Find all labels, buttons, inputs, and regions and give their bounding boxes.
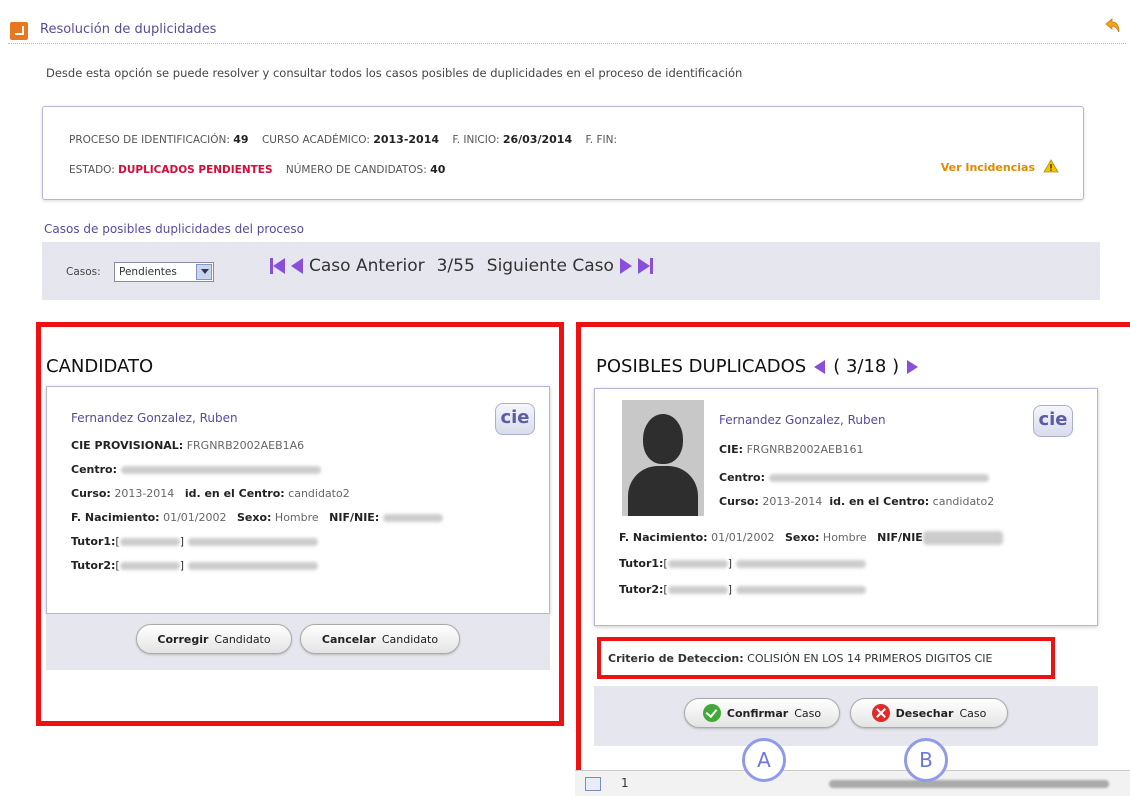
case-counter: 3/55 [436, 256, 475, 276]
casos-selected-value: Pendientes [119, 266, 177, 278]
page-title: Resolución de duplicidades [40, 22, 217, 37]
cancelar-candidato-button[interactable]: Cancelar Candidato [300, 624, 460, 654]
next-arrow-icon[interactable] [619, 258, 632, 274]
candidato-card: Fernandez Gonzalez, Ruben cie CIE PROVIS… [46, 386, 550, 614]
check-icon [702, 704, 721, 722]
duplicado-nacimiento: F. Nacimiento: 01/01/2002 Sexo: Hombre N… [619, 531, 1003, 545]
duplicado-curso: Curso: 2013-2014 id. en el Centro: candi… [719, 495, 995, 508]
strip-number: 1 [621, 776, 629, 790]
next-case-link[interactable]: Siguiente Caso [487, 256, 614, 276]
duplicado-tutor1: Tutor1:[] [619, 557, 866, 570]
candidato-title: CANDIDATO [46, 356, 154, 377]
inicio-value: 26/03/2014 [502, 133, 573, 146]
page-description: Desde esta opción se puede resolver y co… [46, 66, 743, 80]
candidato-tutor1: Tutor1:[] [71, 535, 318, 548]
proceso-value: 49 [233, 133, 249, 146]
first-case-icon[interactable] [270, 258, 285, 274]
estado-label: ESTADO: [69, 164, 115, 176]
warning-icon [1043, 159, 1059, 173]
duplicado-actions-bar [594, 686, 1098, 746]
prev-duplicate-icon[interactable] [814, 359, 826, 374]
casos-select[interactable]: Pendientes [114, 262, 214, 282]
process-info-box: PROCESO DE IDENTIFICACIÓN: 49 CURSO ACAD… [42, 106, 1084, 200]
case-navigation-bar: Casos: Pendientes Caso Anterior 3/55 Sig… [42, 242, 1100, 300]
curso-label: CURSO ACADÉMICO: [261, 134, 370, 146]
prev-case-link[interactable]: Caso Anterior [309, 256, 425, 276]
close-icon [871, 704, 890, 722]
proceso-label: PROCESO DE IDENTIFICACIÓN: [69, 134, 230, 146]
status-badge: DUPLICADOS PENDIENTES [118, 164, 273, 176]
module-icon [10, 22, 28, 40]
casos-label: Casos: [66, 266, 101, 278]
cie-logo: cie [1033, 405, 1073, 437]
cie-logo: cie [495, 403, 535, 435]
duplicado-name: Fernandez Gonzalez, Ruben [719, 413, 886, 427]
candidato-cie: CIE PROVISIONAL: FRGNRB2002AEB1A6 [71, 439, 305, 452]
criterio-deteccion: Criterio de Deteccion: COLISIÓN EN LOS 1… [608, 652, 993, 665]
candidatos-value: 40 [430, 163, 446, 176]
duplicados-header: POSIBLES DUPLICADOS ( 3/18 ) [596, 356, 919, 377]
ver-incidencias-link[interactable]: Ver Incidencias [941, 161, 1035, 174]
chevron-down-icon [196, 264, 212, 280]
section-title: Casos de posibles duplicidades del proce… [44, 222, 304, 236]
annotation-badge-b: B [904, 738, 948, 782]
candidato-name: Fernandez Gonzalez, Ruben [71, 411, 238, 425]
page-header: Resolución de duplicidades [8, 14, 1126, 44]
process-info-row-1: PROCESO DE IDENTIFICACIÓN: 49 CURSO ACAD… [69, 133, 617, 146]
inicio-label: F. INICIO: [452, 134, 500, 146]
duplicado-tutor2: Tutor2:[] [619, 583, 866, 596]
document-icon [585, 777, 601, 791]
candidato-tutor2: Tutor2:[] [71, 559, 318, 572]
confirmar-caso-button[interactable]: Confirmar Caso [684, 698, 840, 728]
next-duplicate-icon[interactable] [907, 359, 919, 374]
fin-label: F. FIN: [585, 134, 618, 146]
candidato-curso: Curso: 2013-2014 id. en el Centro: candi… [71, 487, 350, 500]
process-info-row-2: ESTADO: DUPLICADOS PENDIENTES NÚMERO DE … [69, 163, 445, 176]
annotation-badge-a: A [742, 738, 786, 782]
duplicado-centro: Centro: [719, 471, 989, 484]
candidato-actions-bar [46, 614, 550, 670]
corregir-candidato-button[interactable]: Corregir Candidato [136, 624, 292, 654]
last-case-icon[interactable] [637, 258, 653, 274]
prev-arrow-icon[interactable] [291, 258, 303, 274]
candidato-centro: Centro: [71, 463, 321, 476]
strip-blurred-bar [829, 780, 1109, 788]
bottom-strip: 1 [575, 770, 1130, 796]
candidato-nacimiento: F. Nacimiento: 01/01/2002 Sexo: Hombre N… [71, 511, 443, 524]
back-arrow-icon[interactable] [1102, 16, 1122, 36]
duplicado-cie: CIE: FRGNRB2002AEB161 [719, 443, 864, 456]
desechar-caso-button[interactable]: Desechar Caso [850, 698, 1008, 728]
candidatos-label: NÚMERO DE CANDIDATOS: [285, 164, 427, 176]
duplicados-counter: ( 3/18 ) [833, 356, 900, 377]
avatar [622, 400, 704, 516]
case-pager: Caso Anterior 3/55 Siguiente Caso [270, 256, 653, 276]
curso-value: 2013-2014 [373, 133, 439, 146]
duplicados-title: POSIBLES DUPLICADOS [596, 356, 807, 377]
